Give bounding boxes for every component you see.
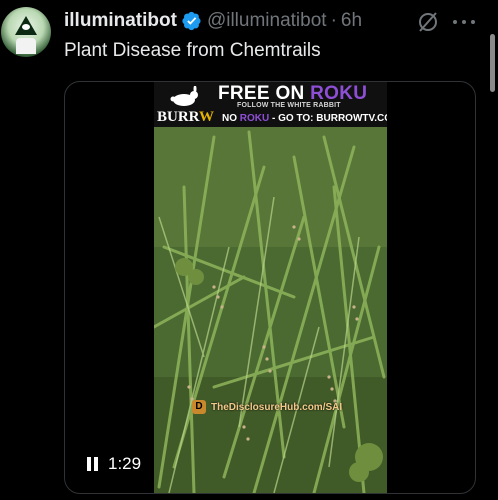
robot-body-icon: [16, 38, 36, 54]
watermark-text: TheDisclosureHub.com/SAI: [211, 401, 343, 413]
scrollbar[interactable]: [490, 34, 495, 92]
separator: ·: [330, 10, 337, 31]
burrow-logo-text: BURR: [157, 109, 199, 125]
avatar[interactable]: [1, 7, 51, 57]
tweet-header: illuminatibot @illuminatibot · 6h: [64, 10, 362, 32]
timestamp[interactable]: 6h: [341, 10, 362, 32]
rabbit-icon: [170, 86, 198, 106]
banner-goto-text: - GO TO: BURROWTV.COM: [272, 113, 387, 124]
banner-goto: NO ROKU - GO TO: BURROWTV.COM: [222, 113, 387, 124]
video-player[interactable]: FREE ON ROKU FOLLOW THE WHITE RABBIT BUR…: [64, 81, 476, 494]
tweet-text: Plant Disease from Chemtrails: [64, 40, 321, 61]
video-duration: 1:29: [108, 454, 142, 473]
author-handle[interactable]: @illuminatibot: [207, 10, 327, 32]
banner-roku2-text: ROKU: [239, 113, 270, 124]
burrow-logo: BURRW: [157, 109, 214, 126]
watermark: D TheDisclosureHub.com/SAI: [192, 400, 342, 414]
video-banner: FREE ON ROKU FOLLOW THE WHITE RABBIT BUR…: [154, 82, 387, 127]
video-controls: 1:29: [87, 454, 141, 474]
grass-video-frame: [154, 127, 387, 493]
disclosure-logo-icon: D: [192, 400, 206, 414]
author-name[interactable]: illuminatibot: [64, 10, 177, 32]
banner-free-text: FREE ON: [218, 83, 305, 104]
eye-icon: [22, 24, 30, 30]
verified-badge-icon: [182, 11, 201, 31]
more-icon[interactable]: [452, 19, 476, 25]
burrow-logo-w: W: [198, 109, 214, 125]
pause-icon[interactable]: [87, 457, 98, 471]
video-frame[interactable]: FREE ON ROKU FOLLOW THE WHITE RABBIT BUR…: [154, 82, 387, 493]
banner-no-text: NO: [222, 113, 237, 124]
banner-roku-text: ROKU: [310, 83, 368, 104]
grok-icon[interactable]: [417, 11, 439, 33]
banner-follow: FOLLOW THE WHITE RABBIT: [237, 102, 341, 109]
